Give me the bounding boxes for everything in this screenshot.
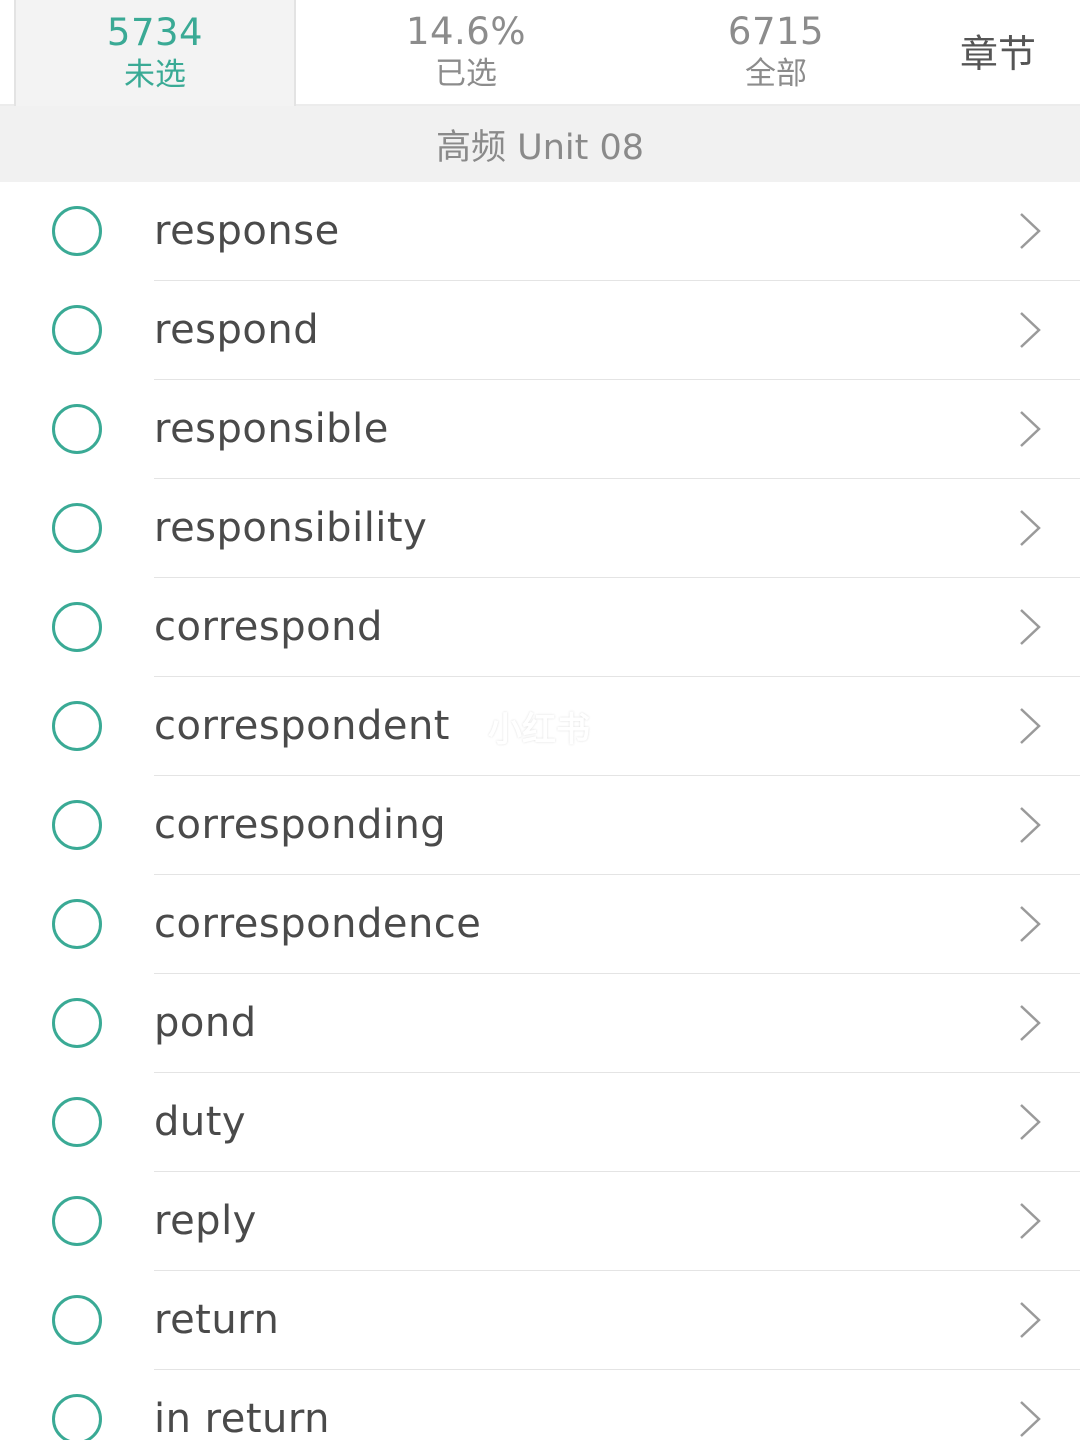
circle-checkbox-icon[interactable] bbox=[52, 701, 102, 751]
word-text: correspondence bbox=[154, 901, 482, 947]
tab-all[interactable]: 6715 全部 bbox=[621, 0, 931, 104]
word-list: response respond responsible responsibility… bbox=[0, 182, 1080, 1440]
circle-checkbox-icon[interactable] bbox=[52, 305, 102, 355]
word-text: return bbox=[154, 1297, 280, 1343]
word-text: responsibility bbox=[154, 505, 428, 551]
filter-tab-bar: 5734 未选 14.6% 已选 6715 全部 章节 bbox=[0, 0, 1080, 106]
circle-checkbox-icon[interactable] bbox=[52, 1196, 102, 1246]
word-row[interactable]: duty bbox=[0, 1073, 1080, 1172]
word-row[interactable]: correspondent bbox=[0, 677, 1080, 776]
word-row[interactable]: correspondence bbox=[0, 875, 1080, 974]
tab-unselected[interactable]: 5734 未选 bbox=[14, 0, 296, 106]
word-row[interactable]: reply bbox=[0, 1172, 1080, 1271]
chevron-right-icon bbox=[1020, 411, 1041, 447]
unselected-count: 5734 bbox=[106, 11, 204, 54]
word-row[interactable]: responsibility bbox=[0, 479, 1080, 578]
word-text: response bbox=[154, 208, 340, 254]
circle-checkbox-icon[interactable] bbox=[52, 899, 102, 949]
word-text: correspondent bbox=[154, 703, 450, 749]
chevron-right-icon bbox=[1020, 1401, 1041, 1437]
word-selection-screen: 5734 未选 14.6% 已选 6715 全部 章节 高频 Unit 08 r… bbox=[0, 0, 1080, 1440]
chevron-right-icon bbox=[1020, 213, 1041, 249]
chevron-right-icon bbox=[1020, 1005, 1041, 1041]
circle-checkbox-icon[interactable] bbox=[52, 998, 102, 1048]
all-count: 6715 bbox=[727, 10, 825, 53]
word-row[interactable]: response bbox=[0, 182, 1080, 281]
selected-label: 已选 bbox=[435, 56, 497, 92]
chapter-button[interactable]: 章节 bbox=[960, 20, 1036, 80]
chevron-right-icon bbox=[1020, 1203, 1041, 1239]
circle-checkbox-icon[interactable] bbox=[52, 503, 102, 553]
all-label: 全部 bbox=[745, 56, 807, 92]
word-text: pond bbox=[154, 1000, 257, 1046]
word-text: respond bbox=[154, 307, 320, 353]
chevron-right-icon bbox=[1020, 312, 1041, 348]
word-text: duty bbox=[154, 1099, 247, 1145]
word-row[interactable]: corresponding bbox=[0, 776, 1080, 875]
word-row[interactable]: return bbox=[0, 1271, 1080, 1370]
circle-checkbox-icon[interactable] bbox=[52, 206, 102, 256]
circle-checkbox-icon[interactable] bbox=[52, 1097, 102, 1147]
word-text: reply bbox=[154, 1198, 257, 1244]
word-text: correspond bbox=[154, 604, 383, 650]
chevron-right-icon bbox=[1020, 1302, 1041, 1338]
circle-checkbox-icon[interactable] bbox=[52, 602, 102, 652]
circle-checkbox-icon[interactable] bbox=[52, 404, 102, 454]
chevron-right-icon bbox=[1020, 708, 1041, 744]
chevron-right-icon bbox=[1020, 609, 1041, 645]
word-text: responsible bbox=[154, 406, 389, 452]
word-row[interactable]: correspond bbox=[0, 578, 1080, 677]
circle-checkbox-icon[interactable] bbox=[52, 1394, 102, 1440]
circle-checkbox-icon[interactable] bbox=[52, 1295, 102, 1345]
chevron-right-icon bbox=[1020, 807, 1041, 843]
section-title: 高频 Unit 08 bbox=[0, 106, 1080, 182]
chevron-right-icon bbox=[1020, 906, 1041, 942]
word-row[interactable]: pond bbox=[0, 974, 1080, 1073]
word-text: in return bbox=[154, 1396, 330, 1440]
word-text: corresponding bbox=[154, 802, 447, 848]
word-row[interactable]: in return bbox=[0, 1370, 1080, 1440]
word-row[interactable]: respond bbox=[0, 281, 1080, 380]
circle-checkbox-icon[interactable] bbox=[52, 800, 102, 850]
chevron-right-icon bbox=[1020, 510, 1041, 546]
selected-percent: 14.6% bbox=[405, 10, 527, 53]
word-row[interactable]: responsible bbox=[0, 380, 1080, 479]
chevron-right-icon bbox=[1020, 1104, 1041, 1140]
tab-selected[interactable]: 14.6% 已选 bbox=[311, 0, 621, 104]
unselected-label: 未选 bbox=[124, 57, 186, 93]
